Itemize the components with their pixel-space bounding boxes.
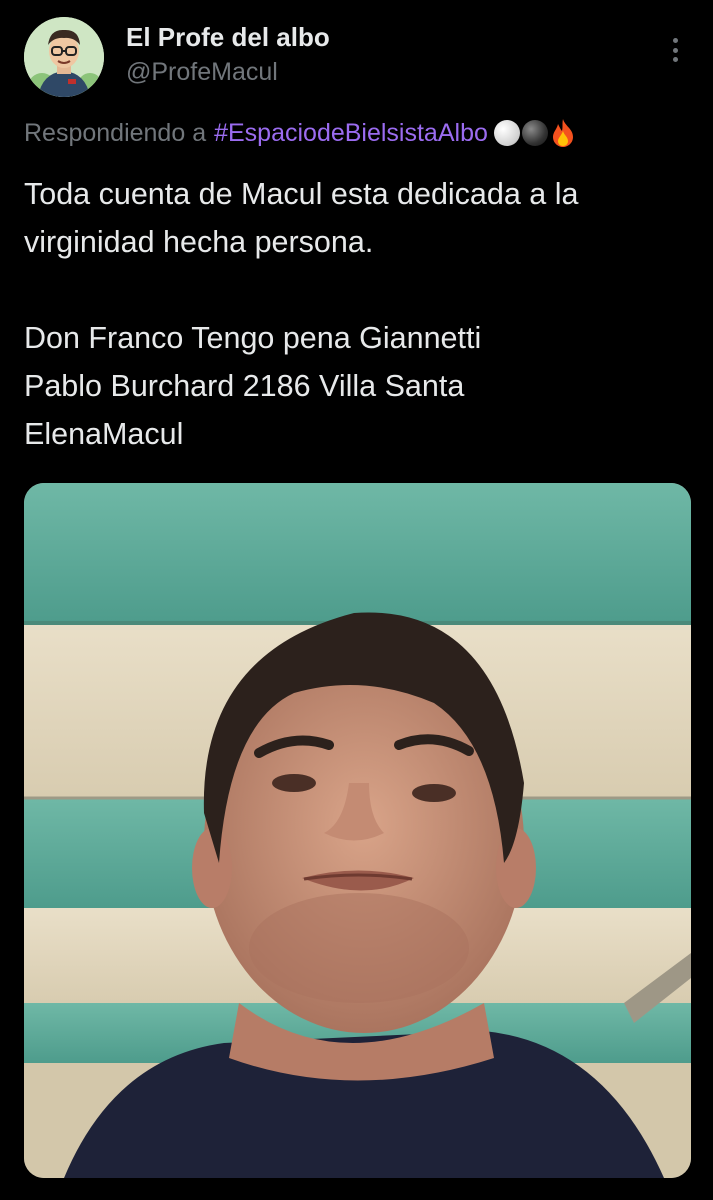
replying-prefix: Respondiendo a: [24, 118, 207, 147]
tweet-header: El Profe del albo @ProfeMacul: [0, 0, 713, 110]
tweet-line: ElenaMacul: [24, 417, 184, 451]
tweet-paragraph: Toda cuenta de Macul esta dedicada a la …: [24, 177, 579, 259]
author-avatar[interactable]: [24, 17, 104, 97]
emoji-group: [493, 118, 576, 148]
tweet-media-photo[interactable]: [24, 483, 691, 1178]
tweet-line: Pablo Burchard 2186 Villa Santa: [24, 369, 465, 403]
white-circle-icon: [493, 120, 520, 146]
dot: [672, 47, 678, 53]
more-options-icon[interactable]: [664, 34, 686, 66]
replying-to: Respondiendo a #EspaciodeBielsistaAlbo: [24, 118, 576, 148]
tweet-line: Don Franco Tengo pena Giannetti: [24, 321, 482, 355]
author-display-name[interactable]: El Profe del albo: [126, 22, 330, 53]
author-handle[interactable]: @ProfeMacul: [126, 58, 278, 87]
dot: [672, 38, 678, 43]
selfie-photo: [24, 483, 691, 1178]
dot: [672, 57, 678, 62]
hashtag-link[interactable]: #EspaciodeBielsistaAlbo: [214, 119, 488, 148]
tweet-body: Toda cuenta de Macul esta dedicada a la …: [24, 170, 694, 458]
cartoon-teacher-avatar-icon: [24, 17, 104, 97]
fire-icon: [552, 119, 573, 147]
black-circle-icon: [521, 120, 548, 146]
